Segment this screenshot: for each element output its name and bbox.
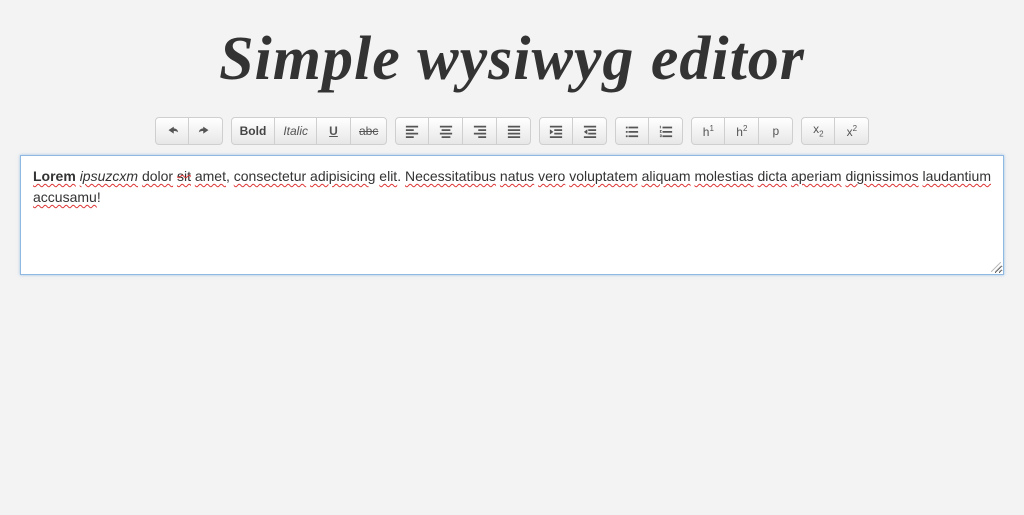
indent-icon [549,124,563,138]
button-label: abc [359,125,378,137]
outdent-button[interactable] [573,117,607,145]
editor-word[interactable]: Lorem [33,168,76,184]
heading2-button[interactable]: h2 [725,117,759,145]
redo-icon [198,124,212,138]
indent-button[interactable] [539,117,573,145]
align-left-icon [405,124,419,138]
editor-word[interactable]: elit [379,168,397,184]
editor-toolbar: Bold Italic Uabc h1 h2 p x2 x2 [155,117,870,145]
subscript-button[interactable]: x2 [801,117,835,145]
editor-word[interactable]: dignissimos [845,168,918,184]
button-label: Italic [283,125,308,137]
page-title: Simple wysiwyg editor [219,24,805,95]
editor-word[interactable]: sit [177,168,191,184]
editor-word[interactable]: aperiam [791,168,842,184]
editor-word[interactable]: vero [538,168,565,184]
paragraph-button[interactable]: p [759,117,793,145]
redo-button[interactable] [189,117,223,145]
toolbar-group [539,117,607,145]
underline-button[interactable]: U [317,117,351,145]
list-ul-icon [625,124,639,138]
undo-button[interactable] [155,117,189,145]
editor-word[interactable]: molestias [694,168,753,184]
unordered-list-button[interactable] [615,117,649,145]
editor-word[interactable]: laudantium [923,168,992,184]
align-center-icon [439,124,453,138]
editor-word[interactable]: amet [195,168,226,184]
button-label: h1 [703,125,714,138]
editor-word[interactable]: ipsuzcxm [80,168,138,184]
align-right-icon [473,124,487,138]
ordered-list-button[interactable] [649,117,683,145]
superscript-button[interactable]: x2 [835,117,869,145]
toolbar-group [395,117,531,145]
outdent-icon [583,124,597,138]
toolbar-group [615,117,683,145]
editor-paragraph[interactable]: Lorem ipsuzcxm dolor sit amet, consectet… [33,166,991,208]
editor-word[interactable]: consectetur [234,168,306,184]
heading1-button[interactable]: h1 [691,117,725,145]
align-center-button[interactable] [429,117,463,145]
button-label: x2 [813,123,823,138]
button-label: Bold [240,125,267,137]
editor-word[interactable]: adipisicing [310,168,375,184]
align-justify-button[interactable] [497,117,531,145]
toolbar-group [155,117,223,145]
button-label: x2 [847,125,857,138]
list-ol-icon [659,124,673,138]
align-right-button[interactable] [463,117,497,145]
toolbar-group: x2 x2 [801,117,869,145]
editor-word[interactable]: natus [500,168,534,184]
align-left-button[interactable] [395,117,429,145]
italic-button[interactable]: Italic [275,117,317,145]
toolbar-group: h1 h2 p [691,117,793,145]
editor-word[interactable]: aliquam [642,168,691,184]
editor-word[interactable]: accusamu [33,189,97,205]
button-label: p [773,125,780,137]
resize-grip-icon[interactable] [991,262,1001,272]
undo-icon [165,124,179,138]
button-label: h2 [736,125,747,138]
editor-word[interactable]: voluptatem [569,168,637,184]
strikethrough-button[interactable]: abc [351,117,387,145]
editor-word[interactable]: Necessitatibus [405,168,496,184]
toolbar-group: Bold Italic Uabc [231,117,388,145]
editor-word[interactable]: dicta [758,168,788,184]
button-label: U [329,125,338,137]
align-justify-icon [507,124,521,138]
editor-content-area[interactable]: Lorem ipsuzcxm dolor sit amet, consectet… [20,155,1004,275]
editor-word[interactable]: dolor [142,168,173,184]
bold-button[interactable]: Bold [231,117,276,145]
